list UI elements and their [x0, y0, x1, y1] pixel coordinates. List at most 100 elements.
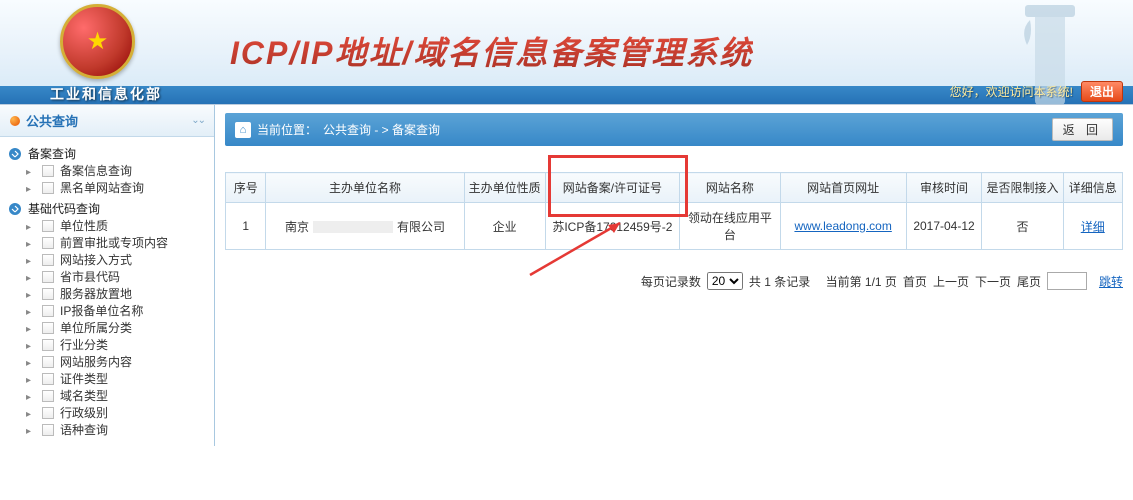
tree-item[interactable]: 备案信息查询	[26, 162, 214, 179]
page-icon	[26, 389, 38, 403]
th-audit-date: 审核时间	[906, 173, 982, 203]
cell-detail: 详细	[1063, 203, 1123, 250]
total-records: 共 1 条记录	[749, 273, 810, 290]
tree-group-base-code-query[interactable]: 基础代码查询	[8, 200, 214, 217]
doc-icon	[42, 254, 54, 266]
doc-icon	[42, 356, 54, 368]
tree-group-label: 基础代码查询	[28, 200, 100, 217]
welcome-text: 您好，欢迎访问本系统!	[950, 83, 1073, 100]
tree-group-label: 备案查询	[28, 145, 76, 162]
th-license-no: 网站备案/许可证号	[545, 173, 679, 203]
pagination: 每页记录数 20 共 1 条记录 当前第 1/1 页 首页 上一页 下一页 尾页…	[225, 272, 1123, 290]
folder-icon	[8, 147, 24, 161]
nav-tree: 备案查询 备案信息查询 黑名单网站查询 基础代码查询 单位性质 前置审批或专项内	[0, 137, 214, 446]
page-icon	[26, 338, 38, 352]
doc-icon	[42, 237, 54, 249]
tree-item[interactable]: 行政级别	[26, 404, 214, 421]
first-page-link[interactable]: 首页	[903, 273, 927, 290]
sidebar-section-header[interactable]: 公共查询 ⌄⌄	[0, 105, 214, 137]
th-detail: 详细信息	[1063, 173, 1123, 203]
collapse-icon: ⌄⌄	[191, 115, 204, 126]
current-page: 当前第 1/1 页	[826, 273, 897, 290]
doc-icon	[42, 220, 54, 232]
page-icon	[26, 406, 38, 420]
doc-icon	[42, 305, 54, 317]
sidebar-section-title: 公共查询	[26, 111, 78, 130]
redacted-text	[313, 221, 393, 233]
logout-button[interactable]: 退出	[1081, 81, 1123, 102]
doc-icon	[42, 407, 54, 419]
goto-page-input[interactable]	[1047, 272, 1087, 290]
tree-item[interactable]: 语种查询	[26, 421, 214, 438]
tree-item[interactable]: IP报备单位名称	[26, 302, 214, 319]
page-icon	[26, 219, 38, 233]
doc-icon	[42, 288, 54, 300]
next-page-link[interactable]: 下一页	[975, 273, 1011, 290]
tree-item[interactable]: 证件类型	[26, 370, 214, 387]
page-icon	[26, 253, 38, 267]
goto-link[interactable]: 跳转	[1099, 273, 1123, 290]
page-icon	[26, 304, 38, 318]
cell-sponsor-type: 企业	[464, 203, 545, 250]
th-sponsor-type: 主办单位性质	[464, 173, 545, 203]
breadcrumb-prefix: 当前位置：	[257, 121, 317, 138]
th-site-name: 网站名称	[680, 173, 781, 203]
cell-seq: 1	[226, 203, 266, 250]
tree-item[interactable]: 网站服务内容	[26, 353, 214, 370]
department-name: 工业和信息化部	[50, 84, 162, 104]
site-title: ICP/IP地址/域名信息备案管理系统	[230, 28, 753, 74]
site-url-link[interactable]: www.leadong.com	[794, 219, 891, 233]
cell-sponsor-name: 南京有限公司	[266, 203, 464, 250]
prev-page-link[interactable]: 上一页	[933, 273, 969, 290]
page-icon	[26, 164, 38, 178]
tree-item[interactable]: 行业分类	[26, 336, 214, 353]
page-icon	[26, 423, 38, 437]
folder-icon	[8, 202, 24, 216]
doc-icon	[42, 182, 54, 194]
cell-site-name: 领动在线应用平台	[680, 203, 781, 250]
doc-icon	[42, 165, 54, 177]
doc-icon	[42, 424, 54, 436]
page-icon	[26, 181, 38, 195]
tree-item[interactable]: 单位所属分类	[26, 319, 214, 336]
home-icon[interactable]: ⌂	[235, 122, 251, 138]
per-page-select[interactable]: 20	[707, 272, 743, 290]
tree-item[interactable]: 单位性质	[26, 217, 214, 234]
main-content: ⌂ 当前位置： 公共查询 - > 备案查询 返 回 序号 主办单位名称 主办单位…	[215, 105, 1133, 446]
sidebar: 公共查询 ⌄⌄ 备案查询 备案信息查询 黑名单网站查询	[0, 105, 215, 446]
detail-link[interactable]: 详细	[1081, 220, 1105, 234]
doc-icon	[42, 373, 54, 385]
doc-icon	[42, 322, 54, 334]
breadcrumb: ⌂ 当前位置： 公共查询 - > 备案查询 返 回	[225, 113, 1123, 146]
per-page-label: 每页记录数	[641, 273, 701, 290]
tree-item[interactable]: 前置审批或专项内容	[26, 234, 214, 251]
tree-item[interactable]: 黑名单网站查询	[26, 179, 214, 196]
results-table: 序号 主办单位名称 主办单位性质 网站备案/许可证号 网站名称 网站首页网址 审…	[225, 172, 1123, 250]
header: ★ 工业和信息化部 ICP/IP地址/域名信息备案管理系统 您好，欢迎访问本系统…	[0, 0, 1133, 105]
cell-restricted: 否	[982, 203, 1063, 250]
tree-group-record-query[interactable]: 备案查询	[8, 145, 214, 162]
th-seq: 序号	[226, 173, 266, 203]
bullet-icon	[10, 116, 20, 126]
tree-item[interactable]: 网站接入方式	[26, 251, 214, 268]
doc-icon	[42, 271, 54, 283]
page-icon	[26, 372, 38, 386]
table-row: 1 南京有限公司 企业 苏ICP备17012459号-2 领动在线应用平台 ww…	[226, 203, 1123, 250]
th-site-url: 网站首页网址	[780, 173, 906, 203]
th-restricted: 是否限制接入	[982, 173, 1063, 203]
national-emblem-icon: ★	[60, 4, 135, 79]
page-icon	[26, 355, 38, 369]
doc-icon	[42, 339, 54, 351]
tree-item[interactable]: 域名类型	[26, 387, 214, 404]
back-button[interactable]: 返 回	[1052, 118, 1113, 141]
last-page-link[interactable]: 尾页	[1017, 273, 1041, 290]
breadcrumb-path: 公共查询 - > 备案查询	[323, 121, 440, 138]
tree-item[interactable]: 服务器放置地	[26, 285, 214, 302]
th-sponsor-name: 主办单位名称	[266, 173, 464, 203]
page-icon	[26, 270, 38, 284]
cell-license-no: 苏ICP备17012459号-2	[545, 203, 679, 250]
doc-icon	[42, 390, 54, 402]
page-icon	[26, 236, 38, 250]
tree-item[interactable]: 省市县代码	[26, 268, 214, 285]
cell-audit-date: 2017-04-12	[906, 203, 982, 250]
